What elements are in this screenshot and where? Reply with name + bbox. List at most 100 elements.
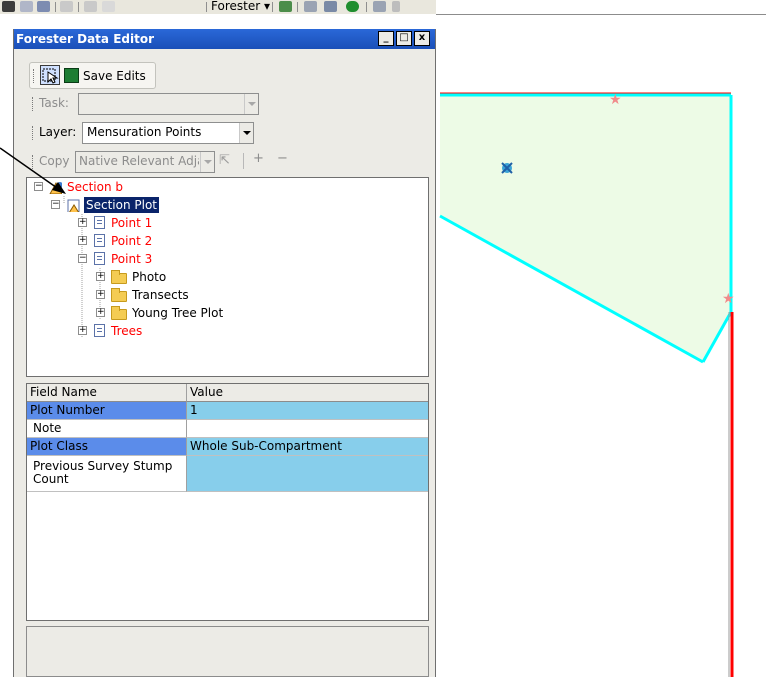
save-disk-icon	[64, 68, 79, 83]
value-cell-plot-number[interactable]: 1	[187, 402, 428, 420]
tree-label: Point 1	[111, 216, 153, 230]
app-toolbar: Forester ▾	[0, 0, 440, 14]
expand-icon[interactable]: +	[96, 308, 105, 317]
layout-icon[interactable]	[304, 1, 317, 12]
window-title-bar[interactable]: Forester Data Editor _ □ x	[14, 29, 435, 49]
property-grid[interactable]: Field Name Value Plot Number 1 Note Plot…	[26, 383, 429, 621]
tree-node-point-3[interactable]: − Point 3	[27, 250, 428, 268]
toolbar-overflow-icon[interactable]	[392, 1, 400, 12]
layer-label: Layer:	[39, 125, 77, 139]
pan-tool-icon[interactable]	[20, 1, 33, 12]
document-icon	[94, 324, 105, 337]
tree-node-trees[interactable]: + Trees	[27, 322, 428, 340]
save-edits-button[interactable]: Save Edits	[83, 68, 146, 84]
export-icon[interactable]	[373, 1, 386, 12]
task-dropdown[interactable]	[78, 93, 259, 115]
field-name-cell: Plot Number	[27, 402, 187, 420]
tree-label: Photo	[132, 270, 167, 284]
document-icon	[94, 234, 105, 247]
expand-icon[interactable]: +	[78, 326, 87, 335]
zoom-icon[interactable]	[84, 1, 97, 12]
value-cell-note[interactable]	[187, 420, 428, 438]
field-name-cell: Note	[27, 420, 187, 438]
task-toolbar: Task:	[29, 91, 261, 117]
star-marker-right[interactable]: ★	[722, 291, 735, 307]
edit-cursor-icon	[42, 68, 59, 84]
layer-dropdown[interactable]: Mensuration Points	[82, 122, 254, 144]
chevron-down-icon[interactable]	[239, 123, 253, 143]
tree-label: Point 3	[111, 252, 153, 266]
plot-point-marker[interactable]	[501, 162, 513, 174]
identify-icon[interactable]	[60, 1, 73, 12]
tree-node-section-plot[interactable]: − Section Plot	[27, 196, 428, 214]
info-icon[interactable]	[346, 1, 359, 12]
forester-data-editor-window: Forester Data Editor _ □ x Save Edits Ta…	[13, 29, 436, 677]
document-icon	[94, 252, 105, 265]
expand-icon[interactable]: +	[96, 290, 105, 299]
status-panel	[26, 626, 429, 677]
select-tool-icon[interactable]	[37, 1, 50, 12]
toolbar-grip[interactable]	[32, 126, 34, 140]
chevron-down-icon[interactable]	[244, 94, 258, 114]
toolbar-separator	[78, 2, 79, 12]
tree-label-selected: Section Plot	[84, 197, 160, 213]
tree-label: Trees	[111, 324, 143, 338]
folder-icon	[111, 288, 127, 302]
chevron-down-icon[interactable]	[200, 152, 214, 172]
copy-source-value: Native Relevant Adja	[79, 154, 199, 168]
window-title: Forester Data Editor	[16, 32, 154, 46]
remove-button[interactable]: −	[277, 151, 288, 166]
expand-icon[interactable]: +	[78, 236, 87, 245]
tree-node-photo[interactable]: + Photo	[27, 268, 428, 286]
column-header-value[interactable]: Value	[187, 384, 428, 402]
record-tree[interactable]: − Section b − Section Plot + Point 1 + P…	[26, 177, 429, 377]
copy-cursor-icon[interactable]: ⇱	[219, 153, 239, 169]
edit-toolbar: Save Edits	[29, 62, 156, 89]
value-cell-stump-count[interactable]	[187, 456, 428, 492]
tree-label: Section b	[67, 180, 124, 194]
tree-node-point-1[interactable]: + Point 1	[27, 214, 428, 232]
binoculars-icon[interactable]	[2, 1, 15, 12]
copy-toolbar: Copy Native Relevant Adja ⇱ + −	[29, 149, 311, 175]
tree-label: Transects	[132, 288, 189, 302]
toolbar-separator	[243, 153, 244, 169]
expand-icon[interactable]: +	[78, 218, 87, 227]
toolbar-grip[interactable]	[33, 69, 35, 83]
forester-menu[interactable]: Forester ▾	[211, 0, 270, 13]
tree-node-section[interactable]: − Section b	[27, 178, 428, 196]
measure-icon[interactable]	[102, 1, 115, 12]
toolbar-grip[interactable]	[32, 97, 34, 111]
close-button[interactable]: x	[414, 31, 430, 46]
toolbar-separator	[366, 2, 367, 12]
expand-icon[interactable]: +	[96, 272, 105, 281]
tree-node-point-2[interactable]: + Point 2	[27, 232, 428, 250]
value-cell-plot-class[interactable]: Whole Sub-Compartment	[187, 438, 428, 456]
tree-node-young-tree-plot[interactable]: + Young Tree Plot	[27, 304, 428, 322]
sub-compartment-polygon[interactable]	[440, 95, 731, 362]
tree-node-transects[interactable]: + Transects	[27, 286, 428, 304]
forester-tool-icon[interactable]	[279, 1, 292, 12]
folder-icon	[111, 270, 127, 284]
field-name-cell: Previous Survey Stump Count	[27, 456, 187, 492]
toolbar-separator	[272, 2, 273, 12]
collapse-icon[interactable]: −	[51, 200, 60, 209]
folder-icon	[111, 306, 127, 320]
report-icon[interactable]	[324, 1, 337, 12]
copy-source-dropdown[interactable]: Native Relevant Adja	[75, 151, 215, 173]
toolbar-separator	[297, 2, 298, 12]
star-marker-top[interactable]: ★	[609, 92, 622, 108]
maximize-button[interactable]: □	[396, 31, 412, 46]
toolbar-separator	[55, 2, 56, 12]
document-icon	[94, 216, 105, 229]
column-header-field[interactable]: Field Name	[27, 384, 187, 402]
map-view[interactable]: ★ ★	[436, 0, 766, 677]
collapse-icon[interactable]: −	[78, 254, 87, 263]
map-canvas[interactable]: ★ ★	[436, 0, 766, 677]
tree-label: Young Tree Plot	[132, 306, 224, 320]
layer-value: Mensuration Points	[87, 125, 202, 139]
add-button[interactable]: +	[253, 151, 264, 166]
edit-tool-button[interactable]	[40, 65, 60, 85]
minimize-button[interactable]: _	[378, 31, 394, 46]
callout-arrow	[0, 147, 66, 194]
tree-label: Point 2	[111, 234, 153, 248]
